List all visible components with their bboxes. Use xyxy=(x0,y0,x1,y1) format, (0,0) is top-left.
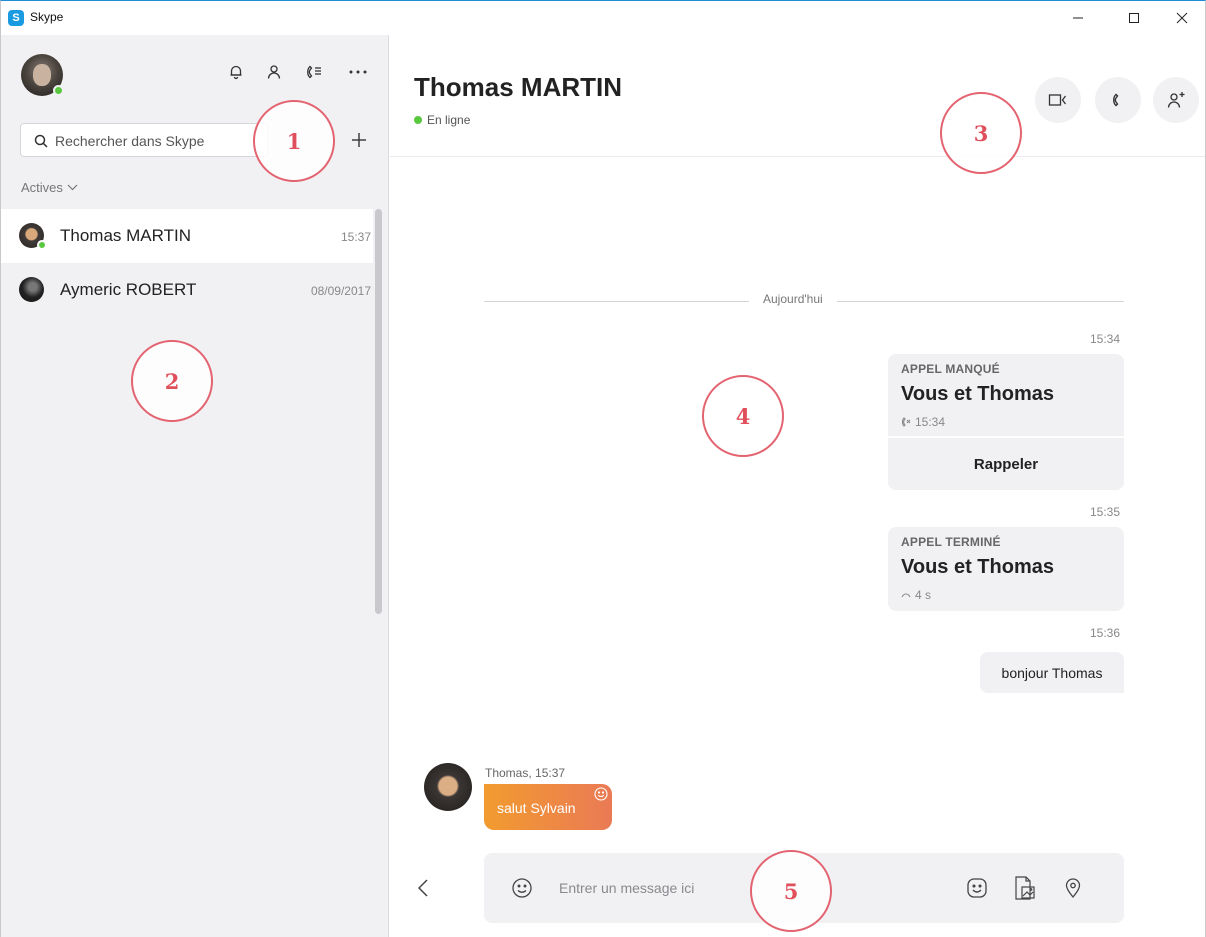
conversation-filter[interactable]: Actives xyxy=(21,180,78,195)
sticker-icon xyxy=(967,878,987,898)
conversation-avatar xyxy=(19,223,47,250)
incoming-message-text: salut Sylvain xyxy=(497,800,576,816)
sidebar-scrollbar[interactable] xyxy=(375,209,382,614)
chat-header: Thomas MARTIN En ligne xyxy=(390,35,1205,157)
more-dots-icon xyxy=(349,70,367,74)
emoji-button[interactable] xyxy=(511,877,533,899)
my-avatar[interactable] xyxy=(21,54,64,96)
skype-logo-icon: S xyxy=(8,10,24,26)
call-duration: 4 s xyxy=(915,588,932,602)
title-bar: S Skype xyxy=(1,1,1205,35)
conversation-time: 15:37 xyxy=(340,230,371,244)
callout-3: 3 xyxy=(940,92,1022,174)
video-call-button[interactable] xyxy=(1035,77,1081,123)
image-file-icon xyxy=(1015,876,1035,900)
search-box[interactable] xyxy=(20,123,268,157)
skype-window: S Skype Rechercher dans Skype Actives Th… xyxy=(0,0,1206,937)
call-time: 15:34 xyxy=(915,415,946,429)
maximize-icon xyxy=(1129,13,1139,23)
audio-call-button[interactable] xyxy=(1095,77,1141,123)
avatar-face xyxy=(33,64,51,86)
message-time: 15:35 xyxy=(1090,505,1121,519)
close-window-button[interactable] xyxy=(1159,1,1205,35)
online-status-dot xyxy=(414,116,422,124)
contact-status: En ligne xyxy=(414,113,470,127)
contacts-button[interactable] xyxy=(263,61,285,83)
share-location-button[interactable] xyxy=(1060,875,1086,901)
search-input[interactable] xyxy=(55,131,255,151)
ended-call-card: APPEL TERMINÉ Vous et Thomas 4 s xyxy=(888,527,1124,611)
message-time: 15:34 xyxy=(1090,332,1121,346)
incoming-message-meta: Thomas, 15:37 xyxy=(485,766,566,780)
callout-1: 1 xyxy=(253,100,335,182)
phone-list-icon xyxy=(307,65,321,79)
chevron-left-icon xyxy=(418,879,428,897)
send-file-button[interactable] xyxy=(1012,875,1038,901)
call-label: APPEL MANQUÉ xyxy=(901,362,1000,376)
call-meta: 15:34 xyxy=(901,415,945,429)
callout-5: 5 xyxy=(750,850,832,932)
maximize-button[interactable] xyxy=(1111,1,1157,35)
day-separator: Aujourd'hui xyxy=(484,292,1124,306)
conversation-name: Aymeric ROBERT xyxy=(60,280,197,299)
conversation-item-thomas-martin[interactable]: Thomas MARTIN 15:37 xyxy=(1,209,373,263)
back-button[interactable] xyxy=(411,873,435,903)
close-icon xyxy=(1176,12,1188,24)
conversation-item-aymeric-robert[interactable]: Aymeric ROBERT 08/09/2017 xyxy=(1,263,373,317)
location-pin-icon xyxy=(1065,878,1081,898)
conversation-time: 08/09/2017 xyxy=(310,284,371,298)
call-ended-icon xyxy=(901,593,911,598)
video-camera-icon xyxy=(1048,94,1067,106)
new-chat-button[interactable] xyxy=(344,125,374,155)
missed-call-icon xyxy=(901,417,911,427)
reaction-smiley-icon xyxy=(594,787,608,801)
notifications-button[interactable] xyxy=(225,61,247,83)
message-time: 15:36 xyxy=(1090,626,1121,640)
outgoing-message[interactable]: bonjour Thomas xyxy=(980,652,1124,693)
more-options-button[interactable] xyxy=(347,61,369,83)
call-participants: Vous et Thomas xyxy=(901,383,1054,405)
call-meta: 4 s xyxy=(901,588,931,602)
day-separator-label: Aujourd'hui xyxy=(749,292,837,306)
callout-4: 4 xyxy=(702,375,784,457)
chevron-down-icon xyxy=(67,184,78,191)
contact-status-label: En ligne xyxy=(427,113,471,127)
call-label: APPEL TERMINÉ xyxy=(901,535,1001,549)
plus-icon xyxy=(352,133,366,147)
add-participant-button[interactable] xyxy=(1153,77,1199,123)
search-icon xyxy=(34,134,48,148)
online-status-dot xyxy=(37,240,47,250)
person-icon xyxy=(267,65,281,79)
missed-call-card: APPEL MANQUÉ Vous et Thomas 15:34 Rappel… xyxy=(888,354,1124,490)
call-history-button[interactable] xyxy=(303,61,325,83)
online-status-dot xyxy=(53,85,64,96)
filter-label: Actives xyxy=(21,180,63,195)
phone-icon xyxy=(1113,93,1119,107)
minimize-button[interactable] xyxy=(1055,1,1101,35)
minimize-icon xyxy=(1073,17,1083,19)
window-title: Skype xyxy=(30,10,64,24)
conversation-name: Thomas MARTIN xyxy=(60,226,191,245)
contact-name[interactable]: Thomas MARTIN xyxy=(414,72,622,103)
callout-2: 2 xyxy=(131,340,213,422)
add-person-icon xyxy=(1167,92,1185,108)
sender-avatar[interactable] xyxy=(424,763,472,811)
conversation-avatar xyxy=(19,277,44,302)
call-back-button[interactable]: Rappeler xyxy=(888,436,1124,490)
incoming-message[interactable]: salut Sylvain xyxy=(484,784,612,830)
bell-icon xyxy=(230,65,242,80)
sticker-button[interactable] xyxy=(964,875,990,901)
sidebar: Actives Thomas MARTIN 15:37 Aymeric ROBE… xyxy=(1,35,389,937)
call-participants: Vous et Thomas xyxy=(901,556,1054,578)
